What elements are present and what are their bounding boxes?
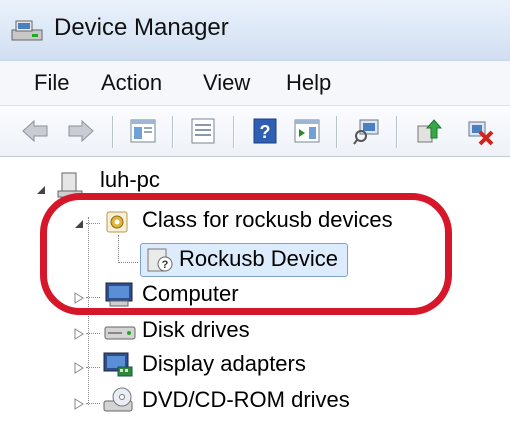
menu-action[interactable]: Action bbox=[101, 70, 162, 96]
menu-bar: File Action View Help bbox=[0, 60, 510, 106]
uninstall-icon[interactable] bbox=[466, 116, 496, 146]
show-hide-console-tree-icon[interactable] bbox=[128, 116, 158, 146]
update-driver-icon[interactable] bbox=[414, 116, 444, 146]
tree-item-label: DVD/CD-ROM drives bbox=[142, 387, 350, 412]
display-adapter-icon bbox=[100, 351, 136, 384]
toolbar: ? bbox=[0, 105, 510, 157]
device-manager-icon bbox=[10, 18, 44, 44]
annotation-highlight-ring bbox=[40, 193, 452, 315]
tree-item-label: Disk drives bbox=[142, 317, 250, 342]
properties-icon[interactable] bbox=[188, 116, 218, 146]
dvd-drive-icon bbox=[102, 387, 136, 420]
tree-item-display-adapters[interactable]: Display adapters bbox=[70, 349, 370, 381]
expand-triangle-icon[interactable] bbox=[74, 361, 84, 374]
tree-item-dvd-drives[interactable]: DVD/CD-ROM drives bbox=[70, 385, 370, 417]
toolbar-separator bbox=[172, 116, 174, 148]
svg-text:?: ? bbox=[260, 122, 271, 142]
toolbar-separator bbox=[336, 116, 338, 148]
title-bar: Device Manager bbox=[0, 0, 510, 60]
tree-connector-line bbox=[86, 367, 100, 368]
device-manager-window: Device Manager File Action View Help ? l… bbox=[0, 0, 510, 422]
toolbar-separator bbox=[396, 116, 398, 148]
tree-root-label: luh-pc bbox=[100, 167, 160, 192]
tree-connector-line bbox=[86, 333, 100, 334]
window-title: Device Manager bbox=[54, 14, 229, 41]
toolbar-separator bbox=[112, 116, 114, 148]
expand-triangle-icon[interactable] bbox=[74, 397, 84, 410]
toolbar-separator bbox=[233, 116, 235, 148]
help-icon[interactable]: ? bbox=[250, 116, 280, 146]
back-arrow-icon[interactable] bbox=[20, 116, 50, 146]
tree-item-label: Display adapters bbox=[142, 351, 306, 376]
menu-file[interactable]: File bbox=[34, 70, 69, 96]
scan-hardware-icon[interactable] bbox=[352, 116, 382, 146]
action-pane-icon[interactable] bbox=[292, 116, 322, 146]
disk-drive-icon bbox=[104, 323, 136, 348]
tree-item-disk-drives[interactable]: Disk drives bbox=[70, 315, 370, 347]
collapse-triangle-icon[interactable] bbox=[36, 183, 46, 195]
menu-help[interactable]: Help bbox=[286, 70, 331, 96]
tree-connector-line bbox=[86, 403, 100, 404]
expand-triangle-icon[interactable] bbox=[74, 327, 84, 340]
menu-view[interactable]: View bbox=[203, 70, 250, 96]
forward-arrow-icon[interactable] bbox=[66, 116, 96, 146]
